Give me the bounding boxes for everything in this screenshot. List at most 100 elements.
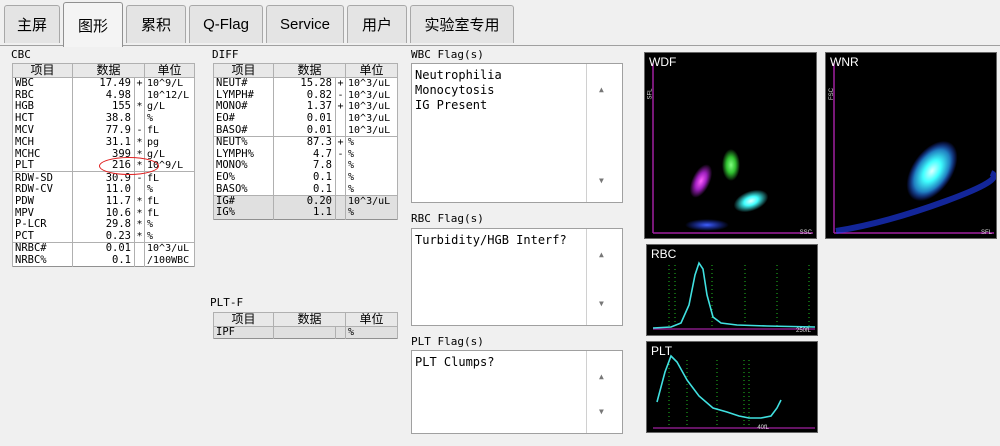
unit-cell: fL xyxy=(144,171,196,184)
plt-flag-scrollbar[interactable]: ▲ ▼ xyxy=(586,351,622,433)
unit-cell: % xyxy=(345,135,399,149)
unit-cell: % xyxy=(345,148,399,161)
unit-cell: g/L xyxy=(144,101,196,113)
plt-plot-label: PLT xyxy=(651,344,673,358)
wnr-scatter-svg xyxy=(833,63,996,234)
table-row: PDW 11.7 * fL xyxy=(12,195,196,208)
table-row: LYMPH# 0.82-10^3/uL xyxy=(213,89,399,102)
scroll-down-icon[interactable]: ▼ xyxy=(599,296,604,311)
flag-cell: - xyxy=(334,148,347,161)
scroll-up-icon[interactable]: ▲ xyxy=(599,247,604,262)
unit-cell: 10^3/uL xyxy=(345,112,399,125)
unit-cell: fL xyxy=(144,124,196,137)
table-row: BASO% 0.1% xyxy=(213,183,399,196)
unit-cell: 10^12/L xyxy=(144,89,196,102)
tab-user[interactable]: 用户 xyxy=(347,5,407,43)
unit-cell: 10^3/uL xyxy=(345,89,399,102)
unit-cell: % xyxy=(144,112,196,125)
table-row: MPV 10.6 * fL xyxy=(12,207,196,220)
unit-cell: % xyxy=(345,160,399,172)
flag-cell: - xyxy=(334,89,347,102)
scroll-up-icon[interactable]: ▲ xyxy=(599,82,604,97)
scroll-up-icon[interactable]: ▲ xyxy=(599,369,604,384)
unit-cell: fL xyxy=(144,207,196,220)
flag-cell: * xyxy=(133,101,146,113)
wdf-scatter-svg xyxy=(652,63,813,234)
value-cell: 0.1 xyxy=(273,171,336,184)
tab-main-screen[interactable]: 主屏 xyxy=(4,5,60,43)
table-row: MCHC 399 * g/L xyxy=(12,148,196,161)
col-header-data: 数据 xyxy=(71,63,146,78)
unit-cell: g/L xyxy=(144,148,196,161)
tab-q-flag[interactable]: Q-Flag xyxy=(189,5,263,43)
unit-cell: 10^3/uL xyxy=(345,77,399,90)
rbc-x-max-label: 250fL xyxy=(795,328,811,334)
flag-cell xyxy=(334,124,347,137)
item-cell: LYMPH# xyxy=(213,89,274,102)
table-row: IPF% xyxy=(213,326,399,339)
item-cell: IPF xyxy=(213,326,274,339)
rbc-flag-list[interactable]: Turbidity/HGB Interf? ▲ ▼ xyxy=(411,228,623,326)
tab-graphics[interactable]: 图形 xyxy=(63,2,123,47)
item-cell: WBC xyxy=(12,77,73,90)
item-cell: RDW-SD xyxy=(12,171,73,184)
table-row: P-LCR 29.8 *% xyxy=(12,219,196,231)
item-cell: NEUT% xyxy=(213,135,274,149)
value-cell: 77.9 xyxy=(72,124,135,137)
wbc-flag-scrollbar[interactable]: ▲ ▼ xyxy=(586,64,622,202)
wbc-flag-list[interactable]: Neutrophilia Monocytosis IG Present ▲ ▼ xyxy=(411,63,623,203)
scroll-down-icon[interactable]: ▼ xyxy=(599,173,604,188)
table-row: PCT 0.23 *% xyxy=(12,230,196,243)
value-cell: 7.8 xyxy=(273,160,336,172)
unit-cell: % xyxy=(345,326,399,339)
col-header-unit: 单位 xyxy=(345,312,399,327)
table-row: HGB 155 * g/L xyxy=(12,101,196,113)
unit-cell: 10^3/uL xyxy=(345,124,399,137)
value-cell: 0.20 xyxy=(273,194,336,208)
tab-lab-only[interactable]: 实验室专用 xyxy=(410,5,514,43)
plt-histogram: PLT 40fL xyxy=(646,341,818,433)
unit-cell: % xyxy=(144,230,196,243)
item-cell: PCT xyxy=(12,230,73,243)
unit-cell: % xyxy=(144,219,196,231)
item-cell: LYMPH% xyxy=(213,148,274,161)
value-cell: 4.7 xyxy=(273,148,336,161)
value-cell: 11.7 xyxy=(72,195,135,208)
flag-cell xyxy=(133,183,146,196)
tab-cumulative[interactable]: 累积 xyxy=(126,5,186,43)
plt-flag-list[interactable]: PLT Clumps? ▲ ▼ xyxy=(411,350,623,434)
mono-cluster xyxy=(722,149,740,181)
flag-cell xyxy=(334,183,347,196)
flag-cell xyxy=(334,207,347,220)
unit-cell: % xyxy=(345,207,399,220)
value-cell: 0.01 xyxy=(273,124,336,137)
value-cell: 155 xyxy=(72,101,135,113)
plt-curve xyxy=(656,354,782,419)
value-cell xyxy=(273,326,336,339)
value-cell: 29.8 xyxy=(72,219,135,231)
unit-cell: fL xyxy=(144,195,196,208)
value-cell: 0.82 xyxy=(273,89,336,102)
rbc-plot-label: RBC xyxy=(651,247,677,261)
table-row: RDW-CV 11.0% xyxy=(12,183,196,196)
value-cell: 0.23 xyxy=(72,230,135,243)
table-row: NEUT# 15.28 +10^3/uL xyxy=(213,77,399,90)
value-cell: 11.0 xyxy=(72,183,135,196)
col-header-data: 数据 xyxy=(272,312,347,327)
wnr-y-axis-label: FSC xyxy=(829,88,835,100)
flag-cell xyxy=(133,254,146,267)
item-cell: BASO% xyxy=(213,183,274,196)
flag-cell xyxy=(133,112,146,125)
item-cell: RBC xyxy=(12,89,73,102)
unit-cell: pg xyxy=(144,136,196,149)
rbc-flag-scrollbar[interactable]: ▲ ▼ xyxy=(586,229,622,325)
table-row: BASO# 0.01 10^3/uL xyxy=(213,124,399,137)
item-cell: MPV xyxy=(12,207,73,220)
value-cell: 0.1 xyxy=(273,183,336,196)
item-cell: MCH xyxy=(12,136,73,149)
table-row: IG# 0.20 10^3/uL xyxy=(213,194,399,208)
scroll-down-icon[interactable]: ▼ xyxy=(599,404,604,419)
debris-cluster xyxy=(685,219,729,231)
tab-service[interactable]: Service xyxy=(266,5,344,43)
col-header-item: 项目 xyxy=(213,63,274,78)
